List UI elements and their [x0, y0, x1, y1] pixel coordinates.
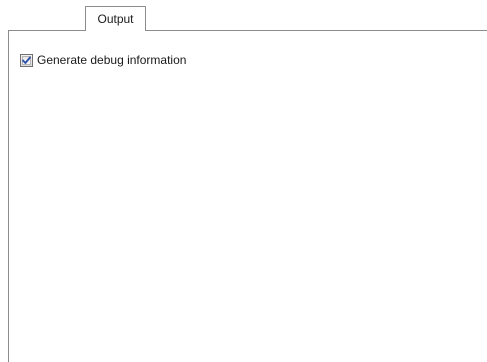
tab-strip: Output [0, 0, 487, 31]
generate-debug-checkbox[interactable] [20, 53, 33, 67]
tab-output-label: Output [97, 12, 134, 26]
checkbox-inner [22, 55, 31, 65]
generate-debug-label[interactable]: Generate debug information [37, 52, 186, 68]
check-mark-icon [22, 56, 31, 65]
generate-debug-option[interactable]: Generate debug information [20, 52, 186, 68]
output-tab-page [8, 30, 487, 362]
tab-output[interactable]: Output [85, 6, 146, 31]
